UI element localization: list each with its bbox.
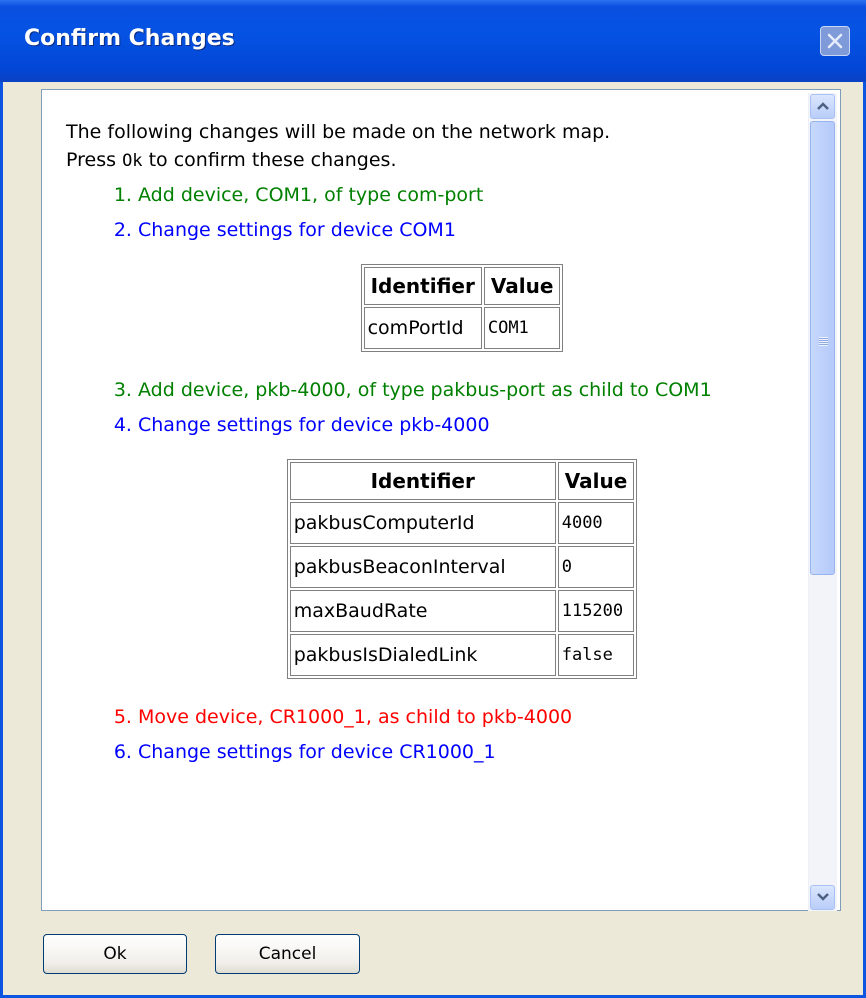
table-header-row: Identifier Value xyxy=(363,267,561,305)
table-row: pakbusComputerId 4000 xyxy=(289,502,635,544)
changes-view[interactable]: The following changes will be made on th… xyxy=(41,89,841,911)
intro-ok-word: Ok xyxy=(122,151,143,171)
grip-icon xyxy=(819,337,828,346)
value-cell: false xyxy=(557,634,635,676)
scroll-down-button[interactable] xyxy=(810,885,835,910)
identifier-cell: comPortId xyxy=(363,307,482,349)
settings-table-com1: Identifier Value comPortId COM1 xyxy=(360,264,564,352)
change-text-5: Move device, CR1000_1, as child to pkb-4… xyxy=(138,706,573,728)
intro-line-2-rest: to confirm these changes. xyxy=(148,149,397,171)
column-header-value: Value xyxy=(483,267,561,305)
chevron-down-icon xyxy=(817,893,829,901)
column-header-identifier: Identifier xyxy=(363,267,482,305)
value-cell: COM1 xyxy=(483,307,561,349)
title-bar: Confirm Changes xyxy=(0,0,866,82)
table-row: pakbusIsDialedLink false xyxy=(289,634,635,676)
vertical-scrollbar[interactable] xyxy=(808,93,837,911)
column-header-value: Value xyxy=(557,462,635,500)
scrollbar-thumb[interactable] xyxy=(810,121,835,575)
close-button[interactable] xyxy=(820,26,850,56)
change-text-6: Change settings for device CR1000_1 xyxy=(138,741,496,763)
identifier-cell: pakbusComputerId xyxy=(289,502,556,544)
change-item-5: Move device, CR1000_1, as child to pkb-4… xyxy=(138,703,786,731)
change-text-4: Change settings for device pkb-4000 xyxy=(138,414,490,436)
table-row: pakbusBeaconInterval 0 xyxy=(289,546,635,588)
dialog-title: Confirm Changes xyxy=(24,26,235,51)
intro-text: The following changes will be made on th… xyxy=(66,118,786,175)
identifier-cell: pakbusBeaconInterval xyxy=(289,546,556,588)
change-text-3: Add device, pkb-4000, of type pakbus-por… xyxy=(138,379,712,401)
intro-line-1: The following changes will be made on th… xyxy=(66,121,611,143)
identifier-cell: maxBaudRate xyxy=(289,590,556,632)
value-cell: 4000 xyxy=(557,502,635,544)
changes-content: The following changes will be made on th… xyxy=(66,118,786,773)
settings-table-pkb-4000: Identifier Value pakbusComputerId 4000 p… xyxy=(286,459,638,679)
table-header-row: Identifier Value xyxy=(289,462,635,500)
change-text-2: Change settings for device COM1 xyxy=(138,219,456,241)
value-cell: 115200 xyxy=(557,590,635,632)
confirm-changes-dialog: Confirm Changes The following changes wi… xyxy=(0,0,866,998)
value-cell: 0 xyxy=(557,546,635,588)
change-item-4: Change settings for device pkb-4000 Iden… xyxy=(138,411,786,679)
changes-list: Add device, COM1, of type com-port Chang… xyxy=(66,181,786,766)
intro-press: Press xyxy=(66,149,117,171)
change-text-1: Add device, COM1, of type com-port xyxy=(138,184,484,206)
table-row: maxBaudRate 115200 xyxy=(289,590,635,632)
chevron-up-icon xyxy=(817,102,829,110)
close-icon xyxy=(827,33,843,49)
scroll-up-button[interactable] xyxy=(810,94,835,119)
change-item-3: Add device, pkb-4000, of type pakbus-por… xyxy=(138,376,786,404)
change-item-1: Add device, COM1, of type com-port xyxy=(138,181,786,209)
change-item-6: Change settings for device CR1000_1 xyxy=(138,738,786,766)
table-row: comPortId COM1 xyxy=(363,307,561,349)
ok-button[interactable]: Ok xyxy=(43,934,187,974)
cancel-button[interactable]: Cancel xyxy=(215,934,360,974)
column-header-identifier: Identifier xyxy=(289,462,556,500)
identifier-cell: pakbusIsDialedLink xyxy=(289,634,556,676)
change-item-2: Change settings for device COM1 Identifi… xyxy=(138,216,786,352)
